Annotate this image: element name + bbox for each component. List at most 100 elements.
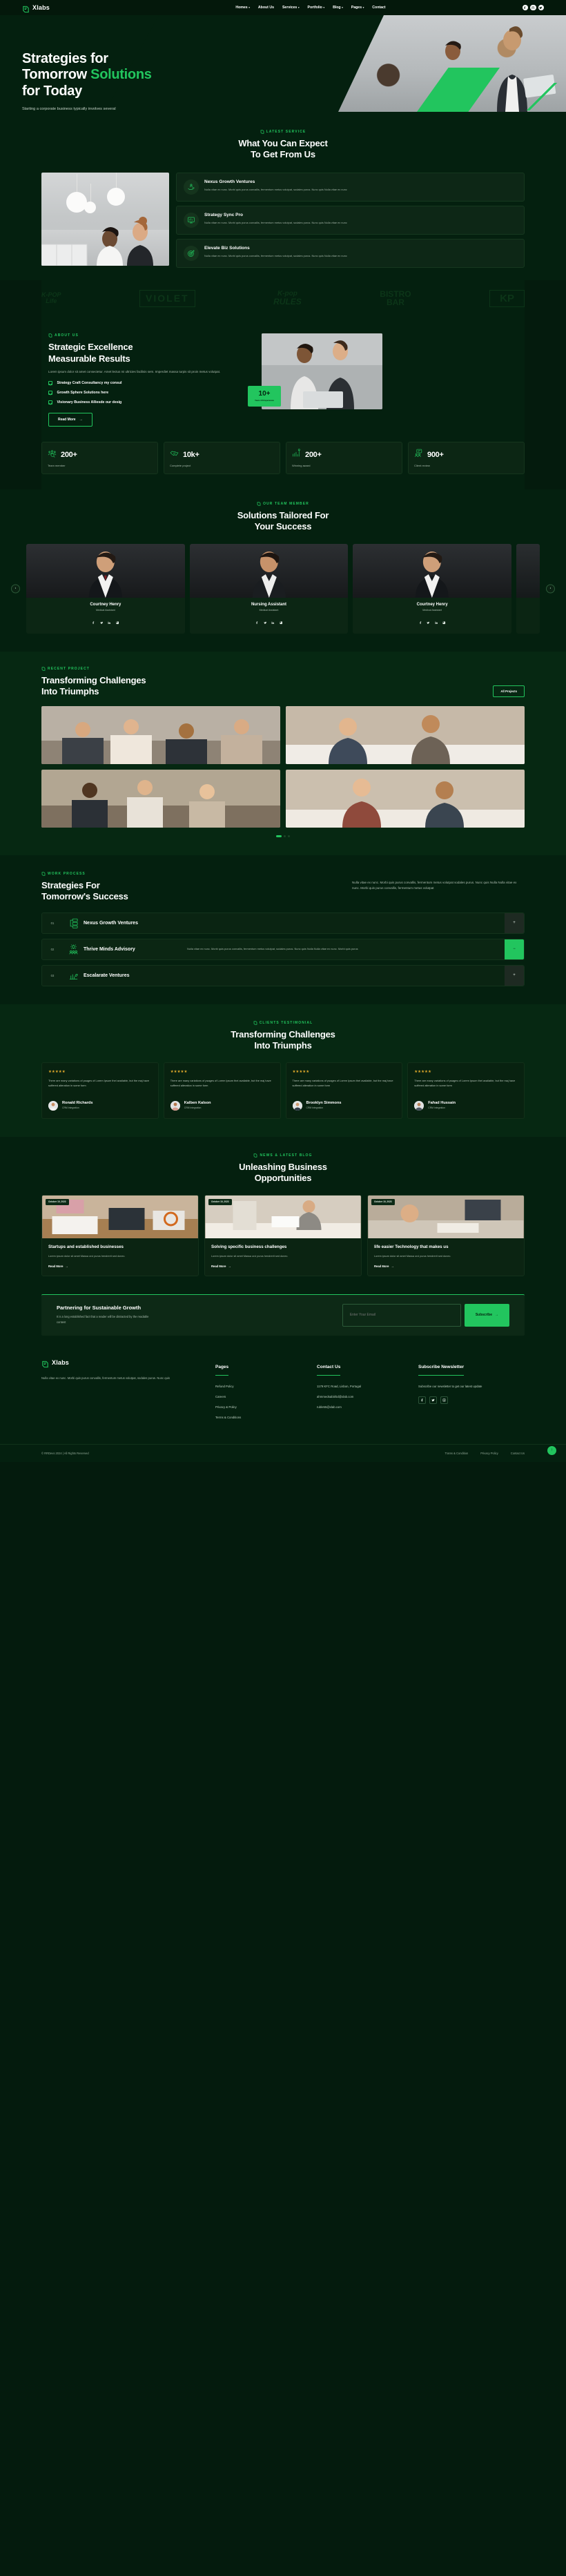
xlabs-logo-icon — [48, 333, 52, 338]
facebook-icon[interactable] — [418, 1396, 426, 1404]
testimonial-card[interactable]: ★★★★★ There are many variations of psage… — [407, 1062, 525, 1120]
linkedin-icon[interactable] — [435, 616, 438, 628]
service-card[interactable]: Elevate Biz Solutions Nulla vitae ex nunc… — [176, 238, 525, 268]
xlabs-logo-icon — [41, 1359, 49, 1367]
copyright-text: © RRDevs 2024 | All Rights Reserved — [41, 1451, 89, 1455]
footer-link[interactable]: Privacy & Policy — [215, 1405, 302, 1409]
carousel-next-button[interactable]: › — [546, 584, 555, 594]
footer-link[interactable]: Terms & Conditions — [215, 1416, 302, 1419]
pagination-dot[interactable] — [276, 835, 282, 838]
all-projects-button[interactable]: All Projects — [493, 685, 525, 698]
back-to-top-button[interactable]: ↑ — [547, 1445, 556, 1455]
stat-card: 900+ Client review — [408, 442, 525, 475]
footer-link[interactable]: Careers — [215, 1395, 302, 1398]
carousel-prev-button[interactable]: ‹ — [11, 584, 20, 594]
accordion-toggle-button[interactable]: + — [505, 965, 524, 986]
facebook-icon[interactable] — [255, 616, 259, 628]
work-process-section: WORK PROCESS Strategies For Tomorrow's S… — [0, 855, 566, 1004]
nav-item-pages[interactable]: Pages ▾ — [351, 6, 364, 10]
team-carousel[interactable]: ‹ Courtney Henry Medical Assistant Nursi… — [0, 543, 566, 634]
accordion-row[interactable]: 01 Nexus Growth Ventures + — [41, 912, 525, 934]
footer-bottom-link[interactable]: Trams & Condition — [445, 1452, 469, 1455]
blog-card[interactable]: October 19, 2023 life easier Technology … — [367, 1194, 525, 1276]
accordion-row[interactable]: 02 Thrive Minds Advisory Nulla vitae ex … — [41, 938, 525, 960]
service-card[interactable]: Strategy Sync Pro Nulla vitae ex nunc. Mo… — [176, 205, 525, 235]
footer-email[interactable]: ruble55@xlab.com — [317, 1405, 403, 1409]
nav-item-about[interactable]: About Us — [258, 6, 274, 10]
instagram-icon[interactable] — [116, 616, 119, 628]
subscribe-button[interactable]: Subscribe → — [464, 1303, 509, 1327]
accordion-body — [187, 966, 505, 986]
project-card[interactable] — [286, 770, 525, 828]
read-more-button[interactable]: Read More → — [48, 413, 92, 427]
brand-logo[interactable]: Xlabs — [22, 4, 133, 12]
service-card-list: Nexus Growth Ventures Nulla vitae ex nunc… — [176, 172, 525, 268]
service-text: Nulla vitae ex nunc. Morbi quis purus co… — [204, 253, 347, 257]
twitter-icon[interactable] — [263, 616, 267, 628]
linkedin-icon[interactable] — [108, 616, 111, 628]
project-card[interactable] — [41, 770, 280, 828]
project-card[interactable] — [41, 706, 280, 765]
read-more-link[interactable]: Read More → — [211, 1265, 355, 1268]
stat-number: 10k+ — [183, 451, 199, 460]
footer-brand-logo[interactable]: Xlabs — [41, 1359, 152, 1367]
testimonial-quote: There are many variations of psages of L… — [170, 1079, 271, 1088]
twitter-icon[interactable] — [427, 616, 430, 628]
accordion-row[interactable]: 03 Escalarate Ventures + — [41, 964, 525, 986]
instagram-icon[interactable] — [530, 4, 536, 11]
instagram-icon[interactable] — [440, 1396, 448, 1404]
testimonial-quote: There are many variations of psages of L… — [292, 1079, 393, 1088]
nav-item-homes[interactable]: Homes ▾ — [235, 6, 250, 10]
blog-eyebrow: NEWS & LATEST BLOG — [41, 1153, 525, 1158]
facebook-icon[interactable] — [419, 616, 422, 628]
arrow-right-icon: → — [391, 1264, 394, 1268]
nav-item-portfolio[interactable]: Portfolio ▾ — [308, 6, 325, 10]
accordion-toggle-button[interactable]: − — [505, 939, 524, 959]
twitter-icon[interactable] — [538, 4, 544, 11]
projects-grid — [41, 706, 525, 828]
footer-link[interactable]: Refund Policy — [215, 1385, 302, 1388]
twitter-icon[interactable] — [429, 1396, 437, 1404]
blog-card[interactable]: October 19, 2023 Startups and establishe… — [41, 1194, 199, 1276]
footer-email[interactable]: ahmmedsabiirbd@xlab.com — [317, 1395, 403, 1398]
footer-bottom-link[interactable]: Privacy Policy — [480, 1452, 498, 1455]
service-title: Elevate Biz Solutions — [204, 245, 250, 251]
chevron-down-icon: ▾ — [362, 6, 364, 9]
project-card[interactable] — [286, 706, 525, 765]
stat-label: Winning award — [292, 464, 311, 468]
linkedin-icon[interactable] — [271, 616, 275, 628]
about-text: Lorem ipsum dolor sit amet consectetur. … — [48, 369, 221, 373]
projects-pagination[interactable] — [41, 835, 525, 838]
services-eyebrow: LATEST SERVICE — [41, 130, 525, 134]
read-more-link[interactable]: Read More → — [374, 1265, 518, 1268]
projects-title: Transforming Challenges Into Triumphs — [41, 674, 146, 696]
team-card[interactable]: Nursing Assistant Medical Assistant — [189, 543, 349, 634]
instagram-icon[interactable] — [279, 616, 283, 628]
process-text: Nulla vitae ex nunc. Morbi quis purus co… — [352, 881, 517, 890]
pagination-dot[interactable] — [284, 835, 286, 838]
team-card[interactable]: Courtney Henry Medical Assistant — [353, 543, 512, 634]
nav-item-services[interactable]: Services ▾ — [282, 6, 300, 10]
team-card[interactable]: Courtney Henry Medical Assistant — [26, 543, 185, 634]
testimonial-card[interactable]: ★★★★★ There are many variations of psage… — [163, 1062, 281, 1120]
nav-item-blog[interactable]: Blog ▾ — [333, 6, 343, 10]
facebook-icon[interactable] — [92, 616, 95, 628]
blog-image: October 19, 2023 — [42, 1195, 198, 1238]
facebook-icon[interactable] — [522, 4, 528, 11]
team-card-peek[interactable] — [516, 543, 540, 634]
newsletter-email-input[interactable] — [342, 1303, 461, 1327]
service-card[interactable]: Nexus Growth Ventures Nulla vitae ex nunc… — [176, 172, 525, 202]
accordion-toggle-button[interactable]: + — [505, 913, 524, 933]
footer-address: 1179 KFC Road, Lisbon, Portugal — [317, 1384, 361, 1388]
twitter-icon[interactable] — [100, 616, 104, 628]
testimonial-card[interactable]: ★★★★★ There are many variations of psage… — [285, 1062, 403, 1120]
testimonial-card[interactable]: ★★★★★ There are many variations of psage… — [41, 1062, 159, 1120]
nav-item-contact[interactable]: Contact — [372, 6, 385, 10]
client-logo: K-pop RULES — [273, 289, 302, 307]
pagination-dot[interactable] — [288, 835, 290, 838]
instagram-icon[interactable] — [442, 616, 446, 628]
footer-bottom-link[interactable]: Contact Us — [511, 1452, 525, 1455]
services-title: What You Can Expect To Get From Us — [238, 138, 328, 160]
blog-card[interactable]: October 19, 2023 Solving specific busine… — [204, 1194, 362, 1276]
read-more-link[interactable]: Read More → — [48, 1265, 192, 1268]
